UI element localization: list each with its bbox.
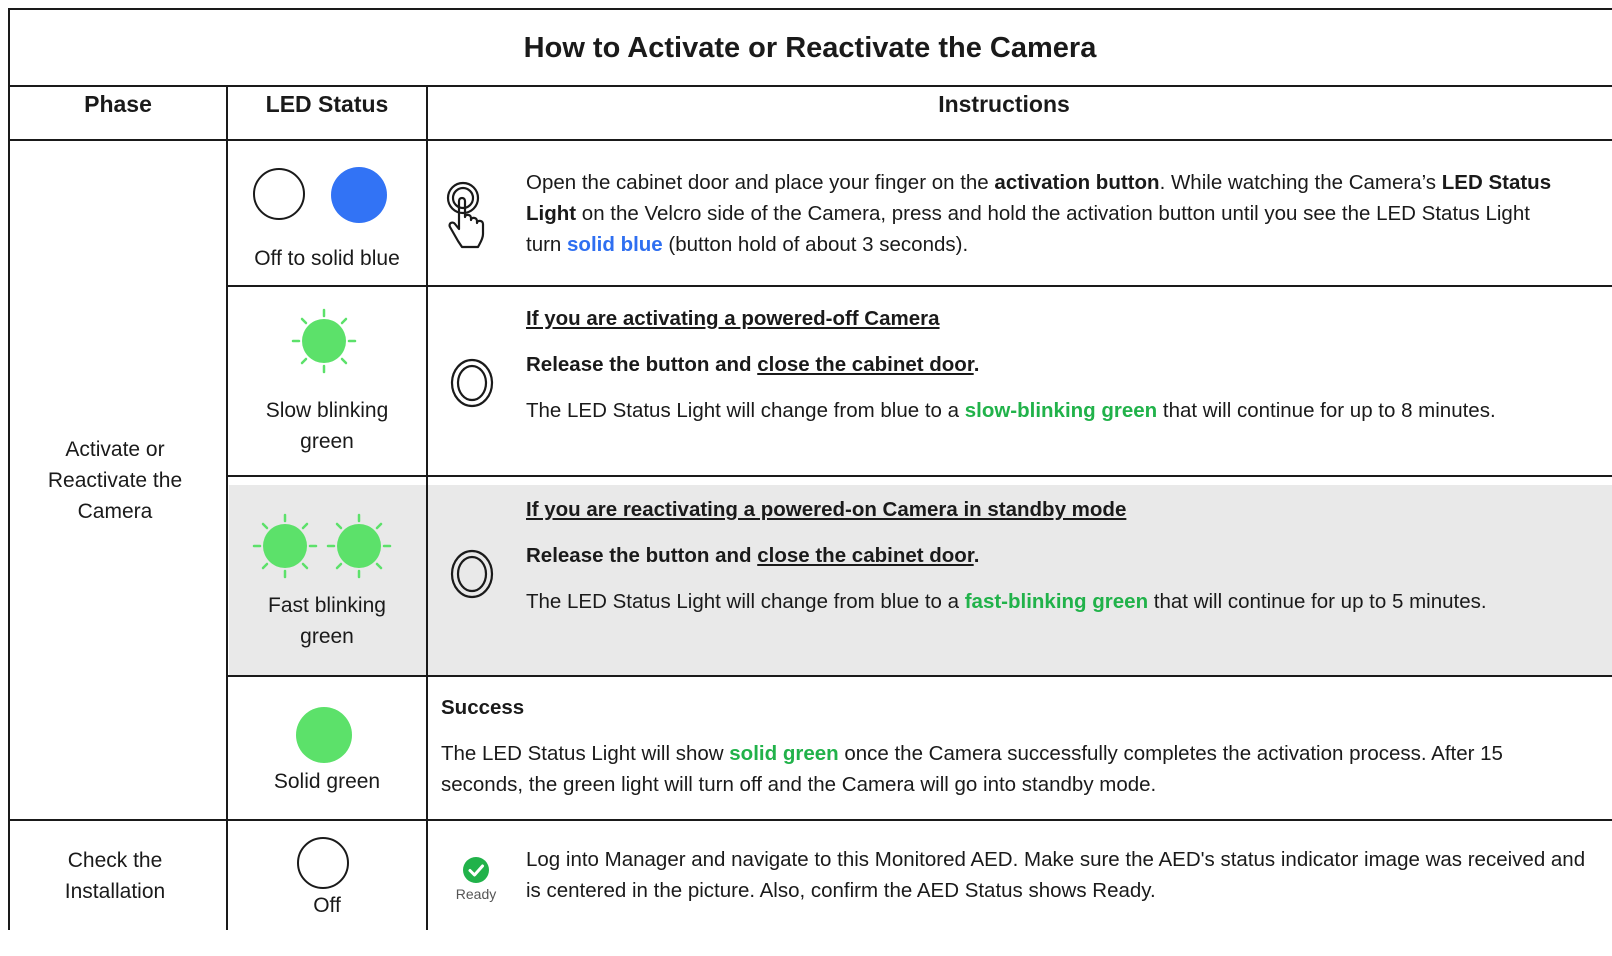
instr-heading-success: Success (441, 696, 525, 719)
led-label-row1: Off to solid blue (254, 247, 400, 270)
led-blink-green-icon (252, 513, 318, 579)
finger-press-icon (446, 181, 485, 249)
led-solid-blue-icon (331, 167, 387, 223)
header-led-status: LED Status (265, 90, 389, 117)
release-button-icon (450, 549, 494, 599)
instructions-row3: If you are reactivating a powered-on Cam… (526, 494, 1576, 617)
instr-text: The LED Status Light will change from bl… (526, 399, 965, 422)
instr-text: The LED Status Light will change from bl… (526, 590, 965, 613)
led-label-row2: Slow blinking green (265, 399, 389, 453)
phase-check-label: Check the Installation (64, 849, 166, 903)
instr-period: . (973, 544, 980, 567)
instr-fast-blinking-green: fast-blinking green (964, 590, 1149, 613)
table-title: How to Activate or Reactivate the Camera (523, 31, 1097, 64)
instr-text: that will continue for up to 5 minutes. (1148, 590, 1487, 613)
instr-heading-row3: If you are reactivating a powered-on Cam… (526, 498, 1127, 521)
instr-close-door: close the cabinet door (757, 544, 974, 567)
ready-check-icon (463, 857, 489, 883)
instr-text-check: Log into Manager and navigate to this Mo… (526, 848, 1586, 902)
phase-activate: Activate or Reactivate the Camera (24, 141, 206, 819)
instructions-row1: Open the cabinet door and place your fin… (526, 167, 1566, 260)
led-blink-green-icon (291, 308, 357, 374)
row-rule (226, 475, 1612, 477)
led-label-row5: Off (313, 894, 341, 917)
led-label-row3: Fast blinking green (268, 594, 386, 648)
instr-heading-row2: If you are activating a powered-off Came… (526, 307, 940, 330)
ready-label: Ready (455, 886, 497, 902)
header-instructions: Instructions (938, 90, 1070, 117)
row-rule (226, 285, 1612, 287)
ready-status-badge: Ready (448, 856, 504, 912)
led-cell-row1: Off to solid blue (228, 141, 426, 285)
led-label-row4: Solid green (273, 770, 381, 793)
led-solid-green-icon (296, 707, 352, 763)
table-border-left (8, 8, 10, 930)
phase-check: Check the Installation (30, 821, 200, 930)
header-phase: Phase (84, 90, 152, 117)
led-cell-row4: Solid green (228, 677, 426, 819)
instr-text: The LED Status Light will show (441, 742, 730, 765)
instr-text: . While watching the Camera’s (1159, 171, 1442, 194)
instr-text: Open the cabinet door and place your fin… (526, 171, 995, 194)
instr-slow-blinking-green: slow-blinking green (964, 399, 1158, 422)
phase-activate-label: Activate or Reactivate the Camera (47, 437, 183, 523)
instr-bold-activation-button: activation button (994, 171, 1160, 194)
instr-period: . (973, 353, 980, 376)
row-rule (226, 675, 1612, 677)
led-off-circle-icon (253, 168, 305, 220)
led-cell-row2: Slow blinking green (228, 287, 426, 475)
led-blink-green-icon (326, 513, 392, 579)
release-button-icon (450, 358, 494, 408)
instr-close-door: close the cabinet door (757, 353, 974, 376)
led-off-circle-icon (297, 837, 349, 889)
column-rule (426, 85, 428, 930)
led-cell-row5: Off (228, 821, 426, 930)
instructions-row2: If you are activating a powered-off Came… (526, 303, 1566, 426)
led-cell-row3: Fast blinking green (228, 477, 426, 675)
instructions-row4: Success The LED Status Light will show s… (441, 692, 1581, 800)
instr-release: Release the button and (526, 353, 758, 376)
instructions-row5: Log into Manager and navigate to this Mo… (526, 844, 1586, 906)
instr-text: (button hold of about 3 seconds). (662, 233, 969, 256)
instr-release: Release the button and (526, 544, 758, 567)
instr-solid-blue: solid blue (567, 233, 663, 256)
instr-text: that will continue for up to 8 minutes. (1157, 399, 1496, 422)
instr-solid-green: solid green (729, 742, 839, 765)
